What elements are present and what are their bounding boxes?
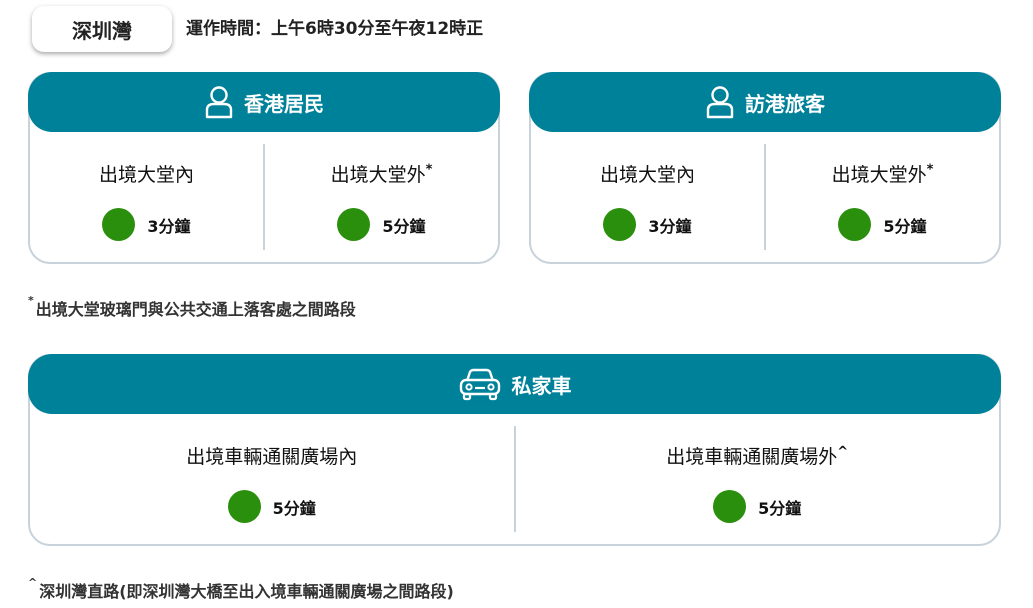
car-inside-label: 出境車輛通關廣場內 [186,446,358,468]
person-icon [705,85,735,119]
car-card: 私家車 出境車輛通關廣場內 5分鐘 出境車輛通關廣場外^ 5分鐘 [28,354,1001,546]
car-inside: 出境車輛通關廣場內 5分鐘 [30,414,514,544]
status-dot [227,490,261,523]
visitor-inside-label: 出境大堂內 [599,164,695,186]
location-tab[interactable]: 深圳灣 [32,6,172,52]
car-outside: 出境車輛通關廣場外^ 5分鐘 [516,414,1000,544]
visitor-title: 訪港旅客 [745,91,825,116]
wait-time: 3分鐘 [147,216,191,236]
wait-time: 3分鐘 [648,216,692,236]
visitor-card: 訪港旅客 出境大堂內 3分鐘 出境大堂外* 5分鐘 [529,72,1001,264]
status-dot [102,208,136,241]
footnote-mark: ^ [28,576,38,589]
visitor-outside-label: 出境大堂外 [831,164,927,186]
footnote-mark: * [926,162,934,178]
car-title: 私家車 [511,373,572,398]
wait-time: 5分鐘 [883,216,927,236]
visitor-outside: 出境大堂外* 5分鐘 [766,132,999,262]
resident-outside-label: 出境大堂外 [330,164,426,186]
footnote-mark: * [425,162,433,178]
car-card-header: 私家車 [28,354,1001,414]
resident-title: 香港居民 [244,91,324,116]
operating-hours: 運作時間：上午6時30分至午夜12時正 [186,19,484,39]
wait-time: 5分鐘 [382,216,426,236]
resident-card: 香港居民 出境大堂內 3分鐘 出境大堂外* 5分鐘 [28,72,500,264]
footnote-mark: * [28,294,34,307]
visitor-card-header: 訪港旅客 [529,72,1001,132]
resident-card-header: 香港居民 [28,72,500,132]
footnote-text: 出境大堂玻璃門與公共交通上落客處之間路段 [35,300,356,319]
footnote-lobby: * 出境大堂玻璃門與公共交通上落客處之間路段 [28,294,356,320]
footnote-bridge: ^ 深圳灣直路(即深圳灣大橋至出入境車輛通關廣場之間路段) [28,576,454,602]
resident-inside: 出境大堂內 3分鐘 [30,132,263,262]
status-dot [337,208,371,241]
status-dot [838,208,872,241]
footnote-text: 深圳灣直路(即深圳灣大橋至出入境車輛通關廣場之間路段) [39,582,454,601]
wait-time: 5分鐘 [758,498,802,518]
resident-outside: 出境大堂外* 5分鐘 [265,132,498,262]
resident-inside-label: 出境大堂內 [98,164,194,186]
visitor-inside: 出境大堂內 3分鐘 [531,132,764,262]
status-dot [603,208,637,241]
footnote-mark: ^ [837,444,849,460]
car-outside-label: 出境車輛通關廣場外 [666,446,838,468]
car-icon [458,366,502,402]
wait-time: 5分鐘 [272,498,316,518]
person-icon [204,85,234,119]
status-dot [713,490,747,523]
location-name: 深圳灣 [72,18,132,43]
